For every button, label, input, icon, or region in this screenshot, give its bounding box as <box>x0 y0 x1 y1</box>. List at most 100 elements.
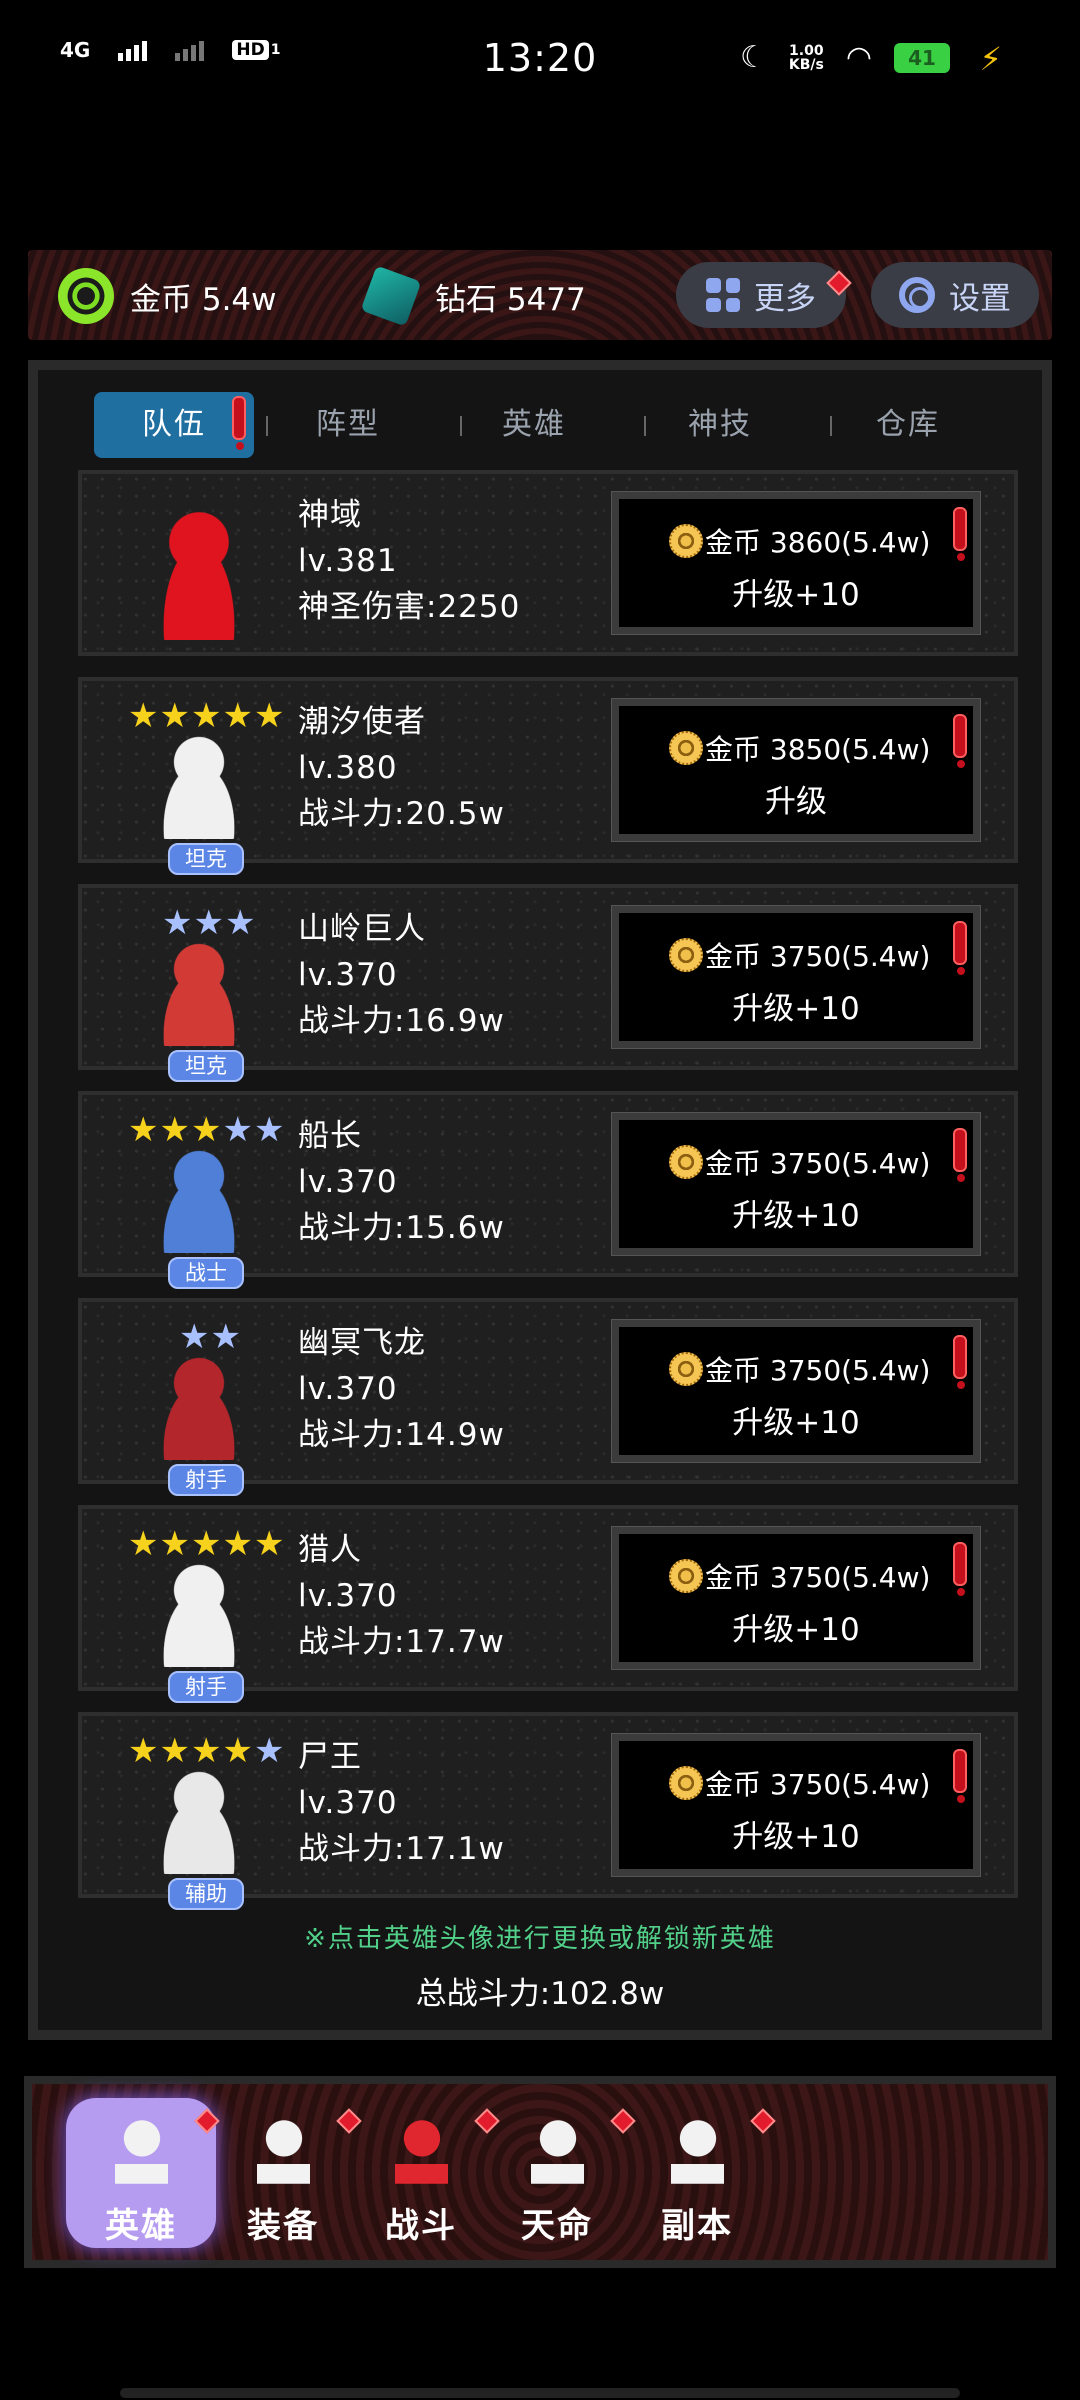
game-screen: 4G HD 1 13:20 ☾ 1.00 KB/s ◠ 41 ⚡ 金币 5.4w … <box>0 0 1080 2400</box>
hero-portrait-icon <box>144 1143 254 1253</box>
role-badge: 辅助 <box>168 1878 244 1910</box>
star-icon: ★ <box>222 1110 253 1150</box>
tab-warehouse[interactable]: 仓库 <box>828 392 988 458</box>
hero-row: ★ ★ 射手 幽冥飞龙 lv.370 战斗力:14.9w 金币 3750(5.4w) 升级+1… <box>78 1298 1018 1496</box>
moon-icon: ☾ <box>739 40 767 75</box>
upgrade-cost: 金币 3850(5.4w) <box>669 728 930 768</box>
hero-portrait-icon <box>144 1764 254 1874</box>
cost-text: 金币 3750(5.4w) <box>705 1561 931 1594</box>
status-right: ☾ 1.00 KB/s ◠ 41 <box>740 40 950 75</box>
nav-label: 英雄 <box>105 2206 177 2246</box>
tab-divine-skills[interactable]: 神技 <box>640 392 800 458</box>
star-icon: ★ <box>224 903 256 943</box>
hero-level: lv.370 <box>298 1371 398 1407</box>
hero-level: lv.380 <box>298 750 398 786</box>
hero-row: ★ ★ ★ ★ ★ 坦克 潮汐使者 lv.380 战斗力:20.5w 金币 3850(5.4w) 升… <box>78 677 1018 875</box>
upgrade-cost: 金币 3750(5.4w) <box>669 1142 930 1182</box>
upgrade-button[interactable]: 金币 3750(5.4w) 升级+10 <box>612 1320 980 1462</box>
hero-name: 船长 <box>298 1118 362 1154</box>
gold-coin-icon <box>669 731 703 765</box>
hero-avatar[interactable]: ★ ★ ★ ★ ★ 射手 <box>110 1527 284 1703</box>
star-icon: ★ <box>222 1524 253 1564</box>
hero-portrait-icon <box>144 500 254 640</box>
upgrade-cost: 金币 3860(5.4w) <box>669 521 930 561</box>
star-icon: ★ <box>210 1317 241 1357</box>
hero-portrait-icon <box>144 1557 254 1667</box>
diamond-amount: 钻石 5477 <box>435 281 586 318</box>
nav-item[interactable]: 天命 <box>482 2098 636 2248</box>
total-power: 总战斗力:102.8w <box>415 1976 665 2012</box>
cost-text: 金币 3750(5.4w) <box>705 1354 931 1387</box>
upgrade-button[interactable]: 金币 3860(5.4w) 升级+10 <box>612 492 980 634</box>
hero-row: ★ ★ ★ ★ ★ 辅助 尸王 lv.370 战斗力:17.1w 金币 3750(5.4w) 升级+… <box>78 1712 1018 1910</box>
alert-icon <box>953 1542 967 1596</box>
net-speed: 1.00 KB/s <box>788 42 824 73</box>
upgrade-button[interactable]: 金币 3750(5.4w) 升级+10 <box>612 1113 980 1255</box>
hero-stat: 战斗力:14.9w <box>298 1417 505 1453</box>
nav-item[interactable]: 战斗 <box>346 2098 500 2248</box>
hero-avatar[interactable]: ★ ★ ★ ★ ★ 辅助 <box>110 1734 284 1910</box>
team-panel: 队伍 阵型 英雄 神技 仓库 神域 lv.381 神圣伤害:2250 金币 3860(… <box>28 360 1052 2040</box>
hero-stat: 战斗力:17.1w <box>298 1831 505 1867</box>
upgrade-button[interactable]: 金币 3750(5.4w) 升级+10 <box>612 1527 980 1669</box>
upgrade-label: 升级+10 <box>732 1819 860 1855</box>
hero-name: 潮汐使者 <box>298 704 426 740</box>
nav-item[interactable]: 副本 <box>622 2098 776 2248</box>
hero-avatar[interactable]: ★ ★ ★ ★ ★ 战士 <box>110 1110 284 1289</box>
armor-icon <box>246 2108 322 2184</box>
hero-stat: 战斗力:15.6w <box>298 1210 505 1246</box>
role-badge: 坦克 <box>168 1050 244 1082</box>
hero-avatar[interactable]: ★ ★ 射手 <box>110 1317 254 1496</box>
upgrade-button[interactable]: 金币 3750(5.4w) 升级+10 <box>612 1734 980 1876</box>
gold-resource: 金币 5.4w <box>58 268 277 324</box>
hero-level: lv.381 <box>298 543 398 579</box>
nav-item[interactable]: 英雄 <box>66 2098 220 2248</box>
star-icon: ★ <box>222 696 253 736</box>
hero-avatar[interactable] <box>110 492 254 640</box>
resource-bar: 金币 5.4w 钻石 5477 更多 设置 <box>28 250 1052 340</box>
hero-avatar[interactable]: ★ ★ ★ ★ ★ 坦克 <box>110 699 284 875</box>
grid-icon <box>706 278 740 312</box>
hero-level: lv.370 <box>298 1578 398 1614</box>
crossed-swords-icon <box>384 2108 460 2184</box>
hero-portrait-icon <box>144 729 254 839</box>
hero-info: 猎人 lv.370 战斗力:17.7w <box>298 1527 505 1665</box>
gold-coin-icon <box>669 1352 703 1386</box>
tab-team[interactable]: 队伍 <box>94 392 254 458</box>
hint-text: ※点击英雄头像进行更换或解锁新英雄 <box>304 1924 776 1954</box>
more-button[interactable]: 更多 <box>676 262 852 328</box>
alert-icon <box>953 1749 967 1803</box>
hero-info: 山岭巨人 lv.370 战斗力:16.9w <box>298 906 505 1044</box>
hero-info: 幽冥飞龙 lv.370 战斗力:14.9w <box>298 1320 505 1458</box>
settings-button[interactable]: 设置 <box>871 262 1039 328</box>
alert-icon <box>232 396 246 450</box>
upgrade-button[interactable]: 金币 3750(5.4w) 升级+10 <box>612 906 980 1048</box>
nav-label: 装备 <box>247 2206 319 2246</box>
hero-stat: 战斗力:16.9w <box>298 1003 505 1039</box>
dungeon-gate-icon <box>660 2108 736 2184</box>
notification-diamond-icon <box>750 2108 776 2134</box>
nav-item[interactable]: 装备 <box>208 2098 362 2248</box>
upgrade-label: 升级 <box>765 784 827 820</box>
hero-stat: 战斗力:17.7w <box>298 1624 505 1660</box>
hero-avatar[interactable]: ★ ★ ★ 坦克 <box>110 906 255 1082</box>
diamond-icon <box>360 265 422 327</box>
tab-formation[interactable]: 阵型 <box>268 392 428 458</box>
star-icon: ★ <box>128 1110 159 1150</box>
tab-bar: 队伍 阵型 英雄 神技 仓库 <box>94 392 1014 460</box>
more-label: 更多 <box>754 280 816 317</box>
cost-text: 金币 3750(5.4w) <box>705 1768 931 1801</box>
hero-row: 神域 lv.381 神圣伤害:2250 金币 3860(5.4w) 升级+10 <box>78 470 1018 656</box>
tab-heroes[interactable]: 英雄 <box>454 392 614 458</box>
upgrade-label: 升级+10 <box>732 1405 860 1441</box>
hero-row: ★ ★ ★ 坦克 山岭巨人 lv.370 战斗力:16.9w 金币 3750(5.4w) 升级+… <box>78 884 1018 1082</box>
gold-amount: 金币 5.4w <box>130 281 277 318</box>
alert-icon <box>953 507 967 561</box>
hero-level: lv.370 <box>298 957 398 993</box>
hero-name: 猎人 <box>298 1532 362 1568</box>
wifi-icon: ◠ <box>845 40 872 75</box>
star-icon: ★ <box>253 1731 285 1771</box>
alert-icon <box>953 921 967 975</box>
hero-info: 神域 lv.381 神圣伤害:2250 <box>298 492 520 630</box>
upgrade-button[interactable]: 金币 3850(5.4w) 升级 <box>612 699 980 841</box>
